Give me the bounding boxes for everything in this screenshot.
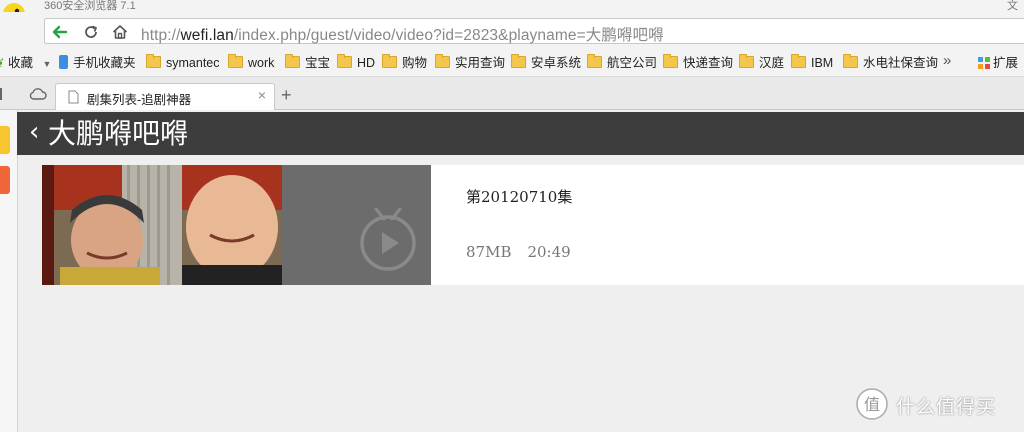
extensions-button[interactable]: 扩展 [978, 55, 1018, 71]
folder-icon [228, 54, 243, 68]
phone-icon [59, 55, 68, 69]
url-prefix: http:// [141, 27, 181, 44]
favorites-label: 收藏 [7, 56, 33, 70]
bookmark-label: 购物 [402, 56, 428, 70]
home-icon[interactable] [111, 23, 129, 41]
folder-icon [739, 54, 754, 68]
address-bar[interactable]: http://wefi.lan/index.php/guest/video/vi… [44, 18, 1024, 44]
tab-active[interactable]: 剧集列表-追剧神器 × [55, 83, 275, 110]
bookmark-label: 手机收藏夹 [73, 56, 136, 70]
bookmark-item[interactable]: 快递查询 [663, 54, 734, 71]
bookmark-item[interactable]: 航空公司 [587, 54, 658, 71]
sidebar-toggle-icon[interactable] [0, 88, 2, 100]
bookmark-item[interactable]: 购物 [382, 54, 428, 71]
watermark-text: 什么值得买 [896, 397, 997, 418]
close-tab-icon[interactable]: × [258, 87, 266, 103]
favorites-leaf-icon: ❦ [0, 56, 4, 70]
tv-play-icon[interactable] [356, 205, 420, 271]
browser-sidebar [0, 110, 18, 432]
back-chevron-icon[interactable]: ‹ [29, 118, 39, 146]
page-icon [68, 90, 79, 104]
episode-meta: 87MB 20:49 [466, 243, 571, 261]
episode-size: 87MB [466, 243, 512, 261]
bookmark-label: 汉庭 [759, 56, 785, 70]
bookmark-label: 实用查询 [455, 56, 506, 70]
play-panel[interactable] [282, 165, 431, 285]
favorites-button[interactable]: ❦ 收藏 ▼ [0, 55, 51, 71]
url-text[interactable]: http://wefi.lan/index.php/guest/video/vi… [141, 23, 664, 45]
bookmark-item[interactable]: 汉庭 [739, 54, 785, 71]
bookmark-label: 宝宝 [305, 56, 331, 70]
new-tab-button[interactable]: + [281, 85, 292, 105]
bookmark-label: 快递查询 [683, 56, 734, 70]
tab-label: 剧集列表-追剧神器 [87, 93, 192, 107]
bookmark-item[interactable]: symantec [146, 54, 220, 71]
back-arrow-icon[interactable] [51, 23, 69, 41]
refresh-icon[interactable] [82, 23, 100, 41]
bookmark-label: 水电社保查询 [863, 56, 939, 70]
bookmark-item[interactable]: 水电社保查询 [843, 54, 939, 71]
cloud-icon[interactable] [29, 87, 47, 101]
folder-icon [791, 54, 806, 68]
folder-icon [511, 54, 526, 68]
watermark-badge: 值 [864, 395, 880, 414]
episode-title: 第20120710集 [466, 188, 573, 206]
bookmark-item[interactable]: HD [337, 54, 376, 71]
url-path: /index.php/guest/video/video?id=2823&pla… [233, 27, 664, 44]
bookmark-label: symantec [166, 56, 220, 70]
bookmark-item[interactable]: 实用查询 [435, 54, 506, 71]
folder-icon [382, 54, 397, 68]
bookmark-label: 安卓系统 [531, 56, 582, 70]
episode-duration: 20:49 [527, 243, 571, 261]
bookmark-item[interactable]: 宝宝 [285, 54, 331, 71]
page-header: ‹ 大鹏嘚吧嘚 [17, 112, 1024, 155]
bookmark-item[interactable]: IBM [791, 54, 834, 71]
folder-icon [146, 54, 161, 68]
tab-strip: 剧集列表-追剧神器 × + [0, 77, 1024, 110]
url-host: wefi.lan [180, 27, 234, 44]
episode-card[interactable]: 第20120710集 87MB 20:49 [42, 165, 1024, 285]
bookmark-label: HD [357, 56, 376, 70]
folder-icon [337, 54, 352, 68]
bookmark-label: 航空公司 [607, 56, 658, 70]
chevron-down-icon: ▼ [42, 59, 52, 69]
bookmark-item[interactable]: 手机收藏夹 [59, 55, 136, 71]
folder-icon [843, 54, 858, 68]
folder-icon [587, 54, 602, 68]
sidebar-app-icon[interactable] [0, 166, 10, 194]
bookmark-label: IBM [811, 56, 834, 70]
bookmark-item[interactable]: 安卓系统 [511, 54, 582, 71]
sidebar-favorites-icon[interactable] [0, 126, 10, 154]
bookmark-item[interactable]: work [228, 54, 275, 71]
folder-icon [285, 54, 300, 68]
episode-thumbnail[interactable] [42, 165, 282, 285]
watermark-logo-icon: 值 [856, 388, 888, 420]
folder-icon [663, 54, 678, 68]
extensions-label: 扩展 [993, 56, 1019, 70]
page-title: 大鹏嘚吧嘚 [48, 117, 189, 150]
window-titlebar: 360安全浏览器 7.1 文 [0, 0, 1024, 12]
folder-icon [435, 54, 450, 68]
bookmark-label: work [248, 56, 275, 70]
bookmarks-more-button[interactable]: » [943, 53, 951, 69]
extensions-icon [978, 57, 990, 69]
address-toolbar: http://wefi.lan/index.php/guest/video/vi… [0, 12, 1024, 50]
bookmarks-bar: ❦ 收藏 ▼ 手机收藏夹 symantec work 宝宝 HD 购物 实用查询… [0, 50, 1024, 77]
